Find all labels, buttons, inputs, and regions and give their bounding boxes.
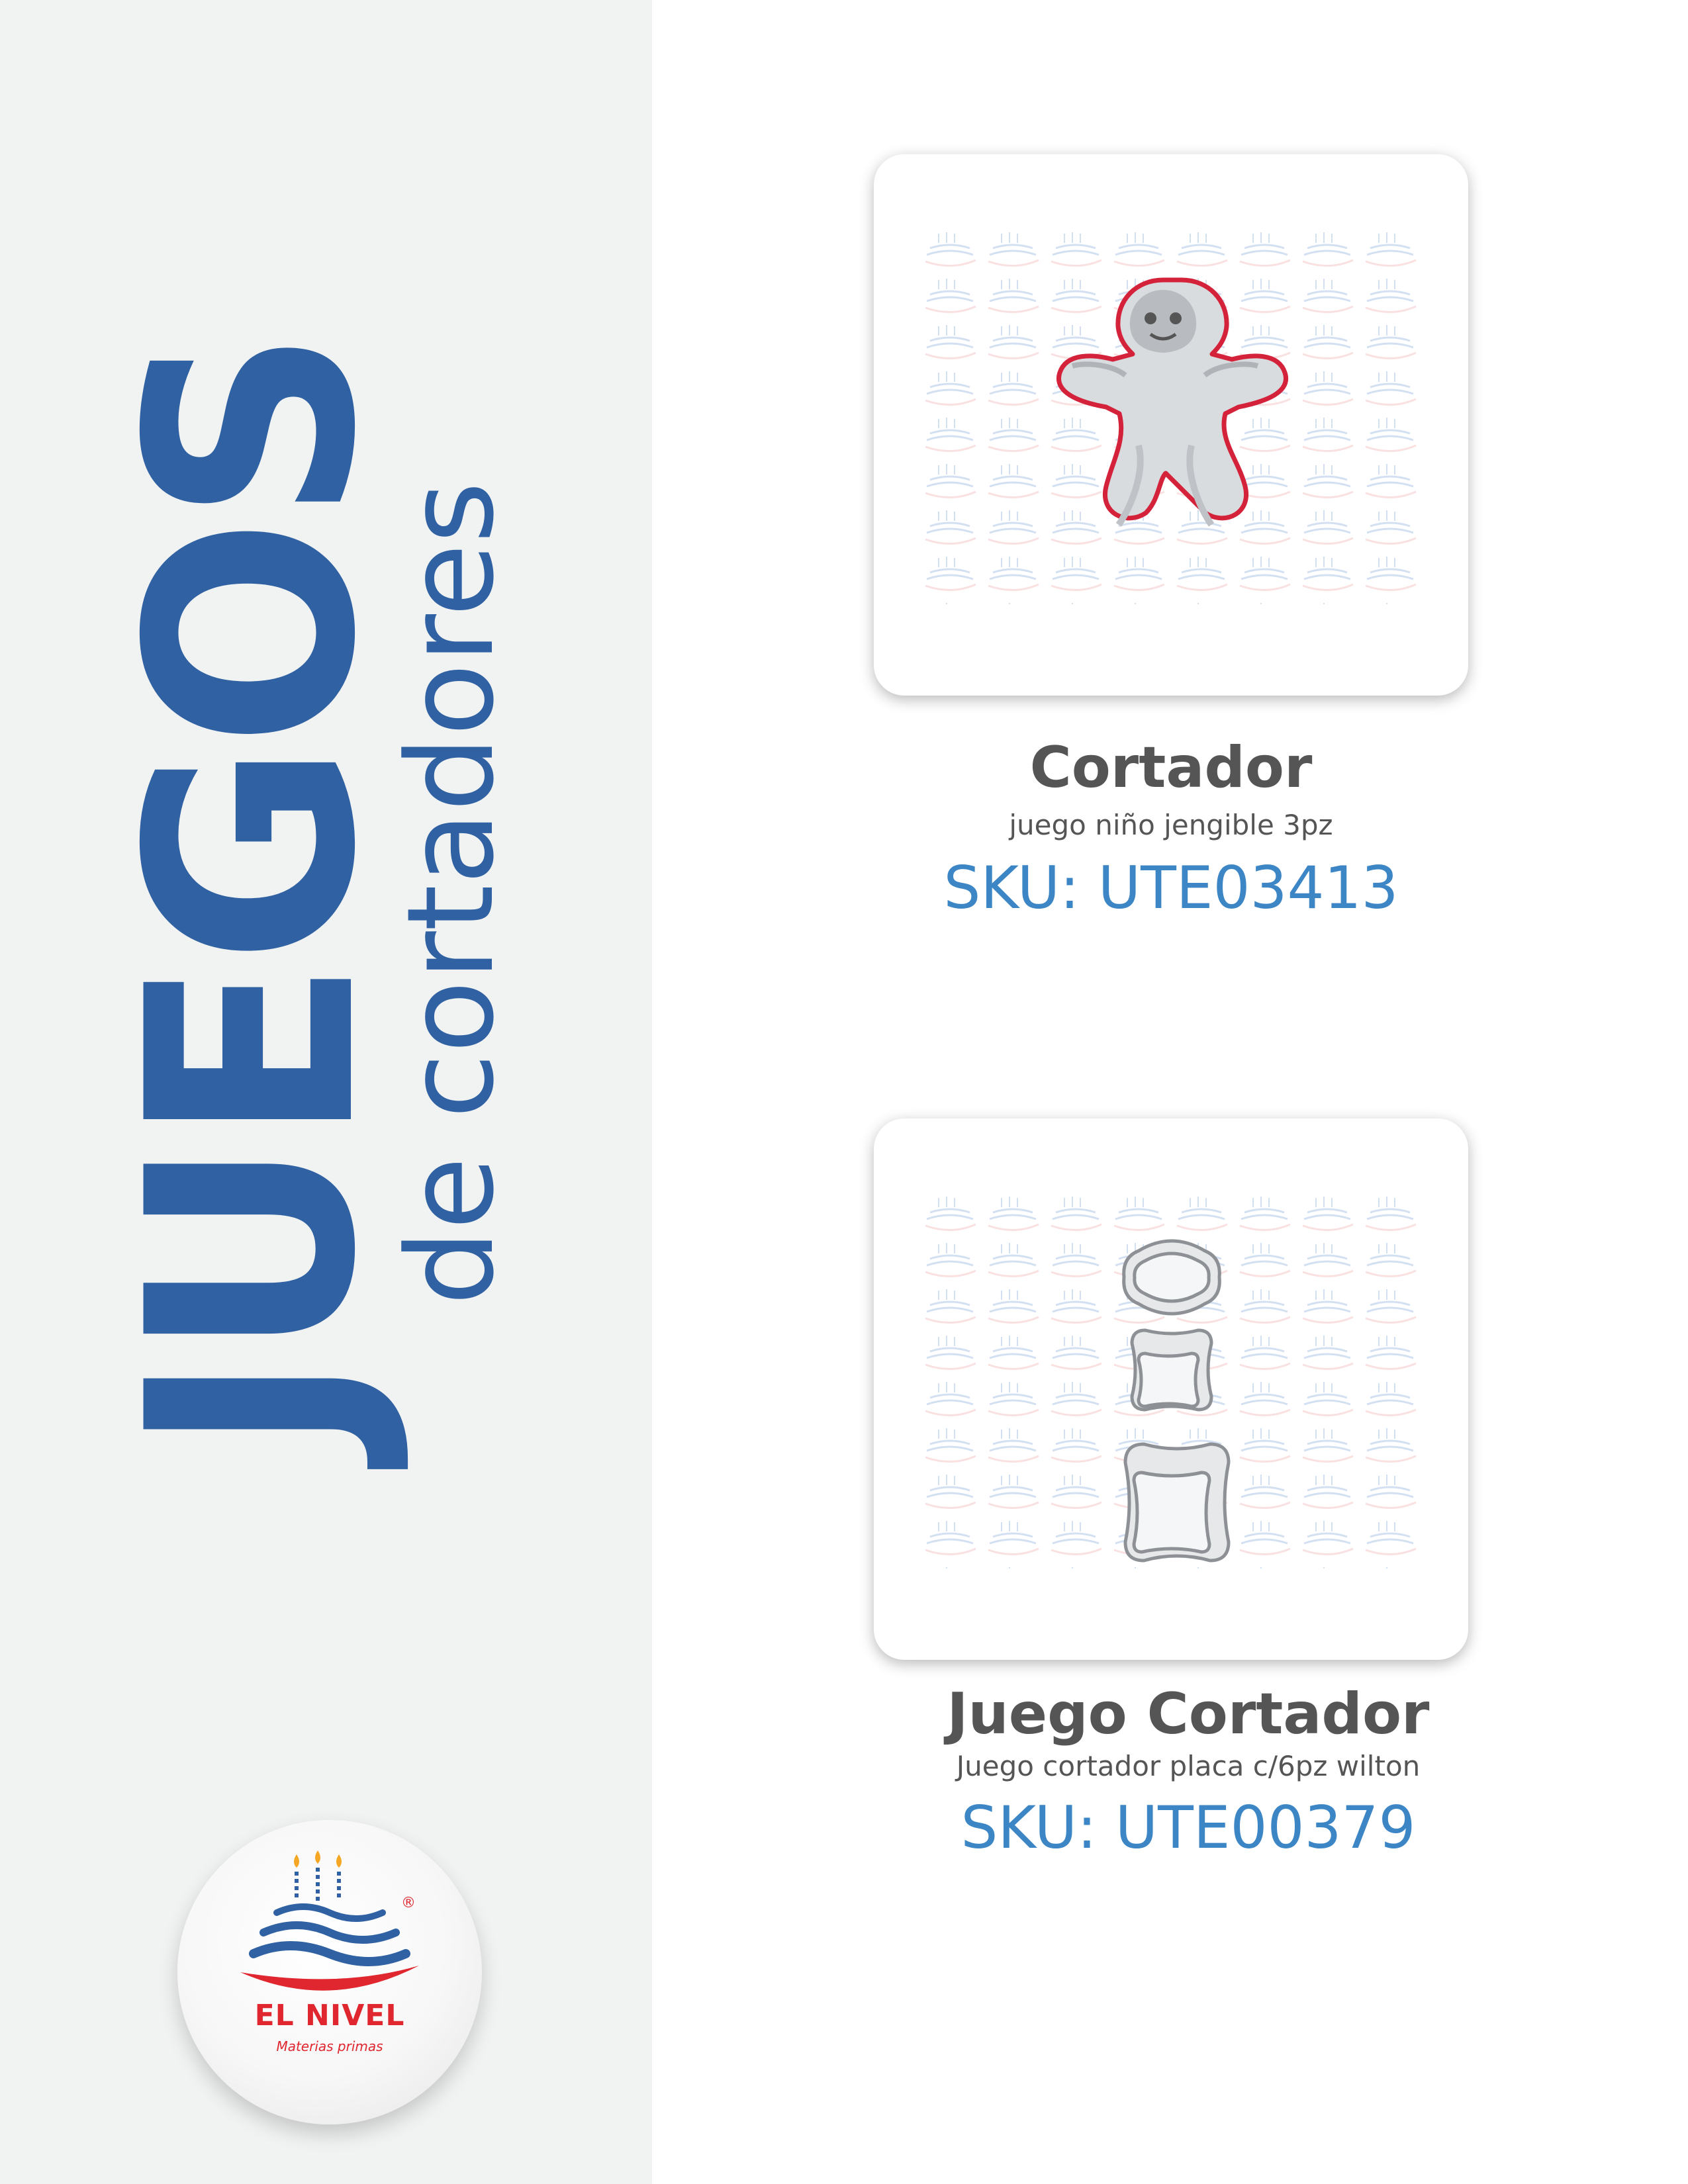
logo-tagline: Materias primas xyxy=(276,2038,383,2054)
product-image-card xyxy=(874,1118,1468,1660)
product-title: Juego Cortador xyxy=(947,1681,1430,1747)
product-image-card xyxy=(874,154,1468,696)
product-sku: SKU: UTE03413 xyxy=(943,854,1399,922)
registered-mark: ® xyxy=(401,1895,416,1911)
sidebar-panel: JUEGOS de cortadores ® EL NIVEL Materias… xyxy=(0,0,652,2184)
cake-logo-icon: ® xyxy=(240,1850,419,1991)
product-sku: SKU: UTE00379 xyxy=(961,1794,1416,1862)
gingerbread-cutter-image xyxy=(920,227,1423,604)
product-description: juego niño jengible 3pz xyxy=(1009,809,1333,841)
plaque-cutter-set-image xyxy=(920,1191,1423,1569)
product-title: Cortador xyxy=(1029,735,1313,801)
logo-brand-name: EL NIVEL xyxy=(254,1999,405,2032)
vertical-title: JUEGOS de cortadores xyxy=(87,303,520,1483)
brand-logo: ® EL NIVEL Materias primas xyxy=(177,1820,482,2124)
title-juegos: JUEGOS xyxy=(87,333,418,1454)
product-description: Juego cortador placa c/6pz wilton xyxy=(956,1750,1421,1782)
